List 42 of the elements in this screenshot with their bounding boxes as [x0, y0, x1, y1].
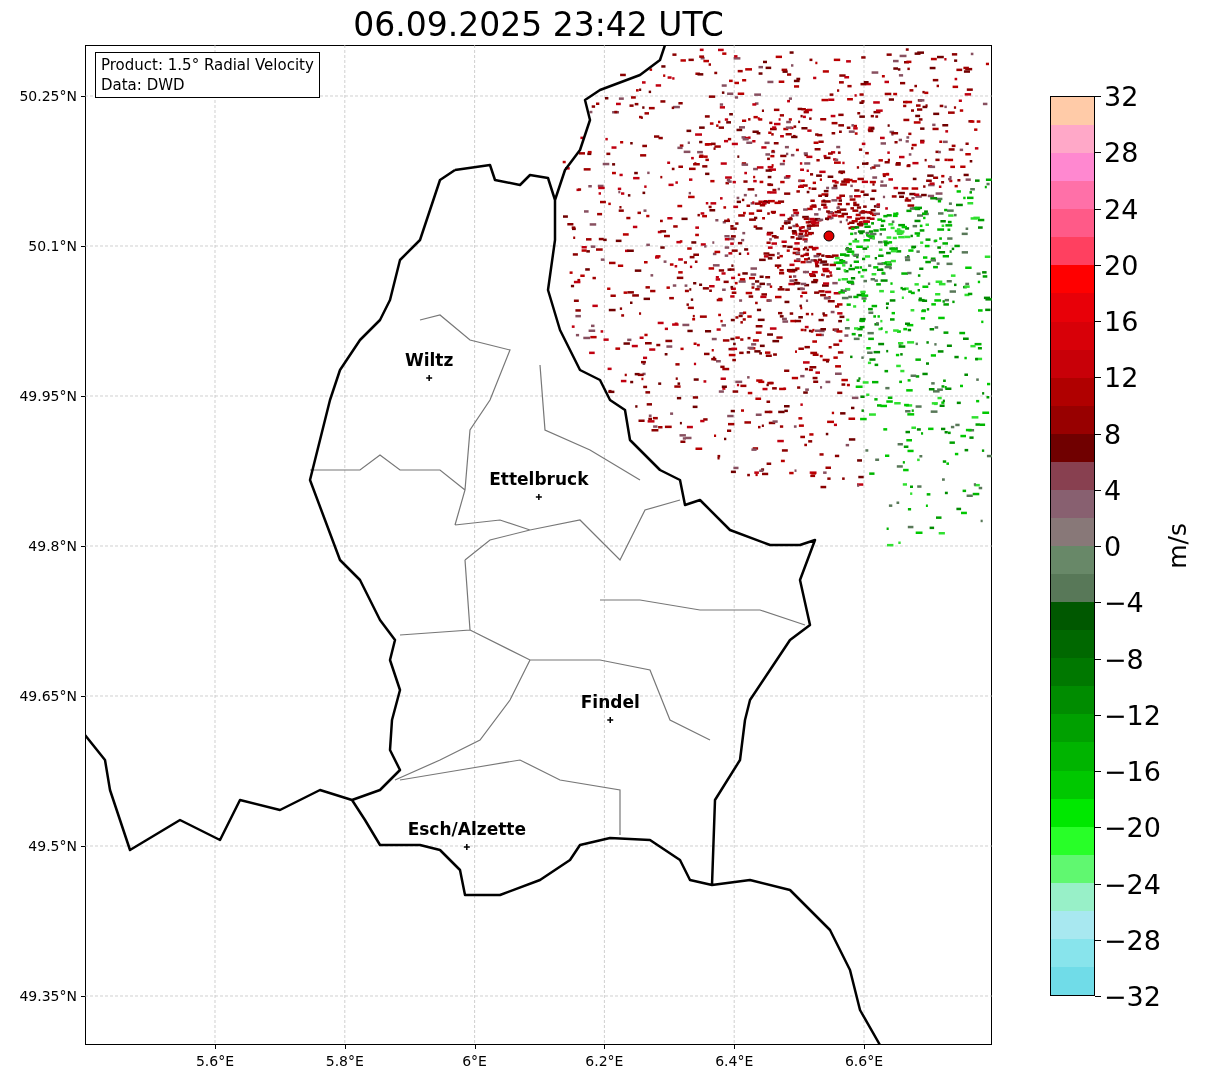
- colorbar-tick-label: 12: [1104, 361, 1139, 393]
- latitude-label: 49.8°N: [28, 538, 77, 554]
- colorbar-tick-label: −16: [1104, 755, 1161, 787]
- longitude-label: 6.2°E: [585, 1053, 624, 1069]
- colorbar-tick-label: 4: [1104, 474, 1122, 506]
- longitude-label: 6°E: [462, 1053, 487, 1069]
- latitude-label: 49.95°N: [19, 388, 77, 404]
- city-marker: [606, 716, 614, 724]
- city-label: Findel: [580, 692, 640, 712]
- chart-title: 06.09.2025 23:42 UTC: [353, 5, 724, 45]
- colorbar-tick-label: 32: [1104, 80, 1139, 112]
- colorbar-tick-label: 8: [1104, 418, 1122, 449]
- city-label: Ettelbruck: [489, 469, 589, 489]
- city-label: Wiltz: [404, 350, 454, 370]
- longitude-label: 5.6°E: [195, 1053, 235, 1069]
- city-marker: [463, 843, 471, 851]
- radar-site-marker: [823, 230, 835, 242]
- longitude-label: 5.8°E: [325, 1053, 364, 1069]
- latitude-label: 49.5°N: [28, 838, 77, 854]
- latitude-label: 50.25°N: [19, 88, 77, 104]
- latitude-label: 49.35°N: [19, 988, 77, 1004]
- longitude-label: 6.4°E: [715, 1053, 754, 1069]
- colorbar-tick-label: −12: [1104, 699, 1161, 731]
- colorbar-tick-label: 24: [1104, 193, 1139, 224]
- colorbar-tick-label: 20: [1104, 249, 1139, 281]
- colorbar-tick-label: −20: [1104, 811, 1161, 843]
- colorbar-tick-label: 28: [1104, 136, 1139, 168]
- colorbar-tick-label: −28: [1104, 924, 1161, 956]
- colorbar-tick-label: 0: [1104, 530, 1122, 562]
- latitude-label: 50.1°N: [28, 238, 77, 254]
- longitude-label: 6.6°E: [844, 1053, 884, 1069]
- colorbar-tick-label: −32: [1104, 980, 1161, 1012]
- city-marker: [425, 374, 433, 382]
- colorbar-label: m/s: [1163, 523, 1192, 569]
- city-label: Esch/Alzette: [407, 819, 526, 839]
- info-box: Product: 1.5° Radial Velocity Data: DWD: [95, 52, 320, 98]
- colorbar-tick-label: −8: [1104, 643, 1144, 674]
- colorbar-tick-label: −24: [1104, 868, 1161, 899]
- colorbar-tick-label: 16: [1104, 305, 1139, 337]
- city-marker: [535, 493, 543, 501]
- colorbar-tick-label: −4: [1104, 586, 1144, 618]
- latitude-label: 49.65°N: [19, 688, 77, 704]
